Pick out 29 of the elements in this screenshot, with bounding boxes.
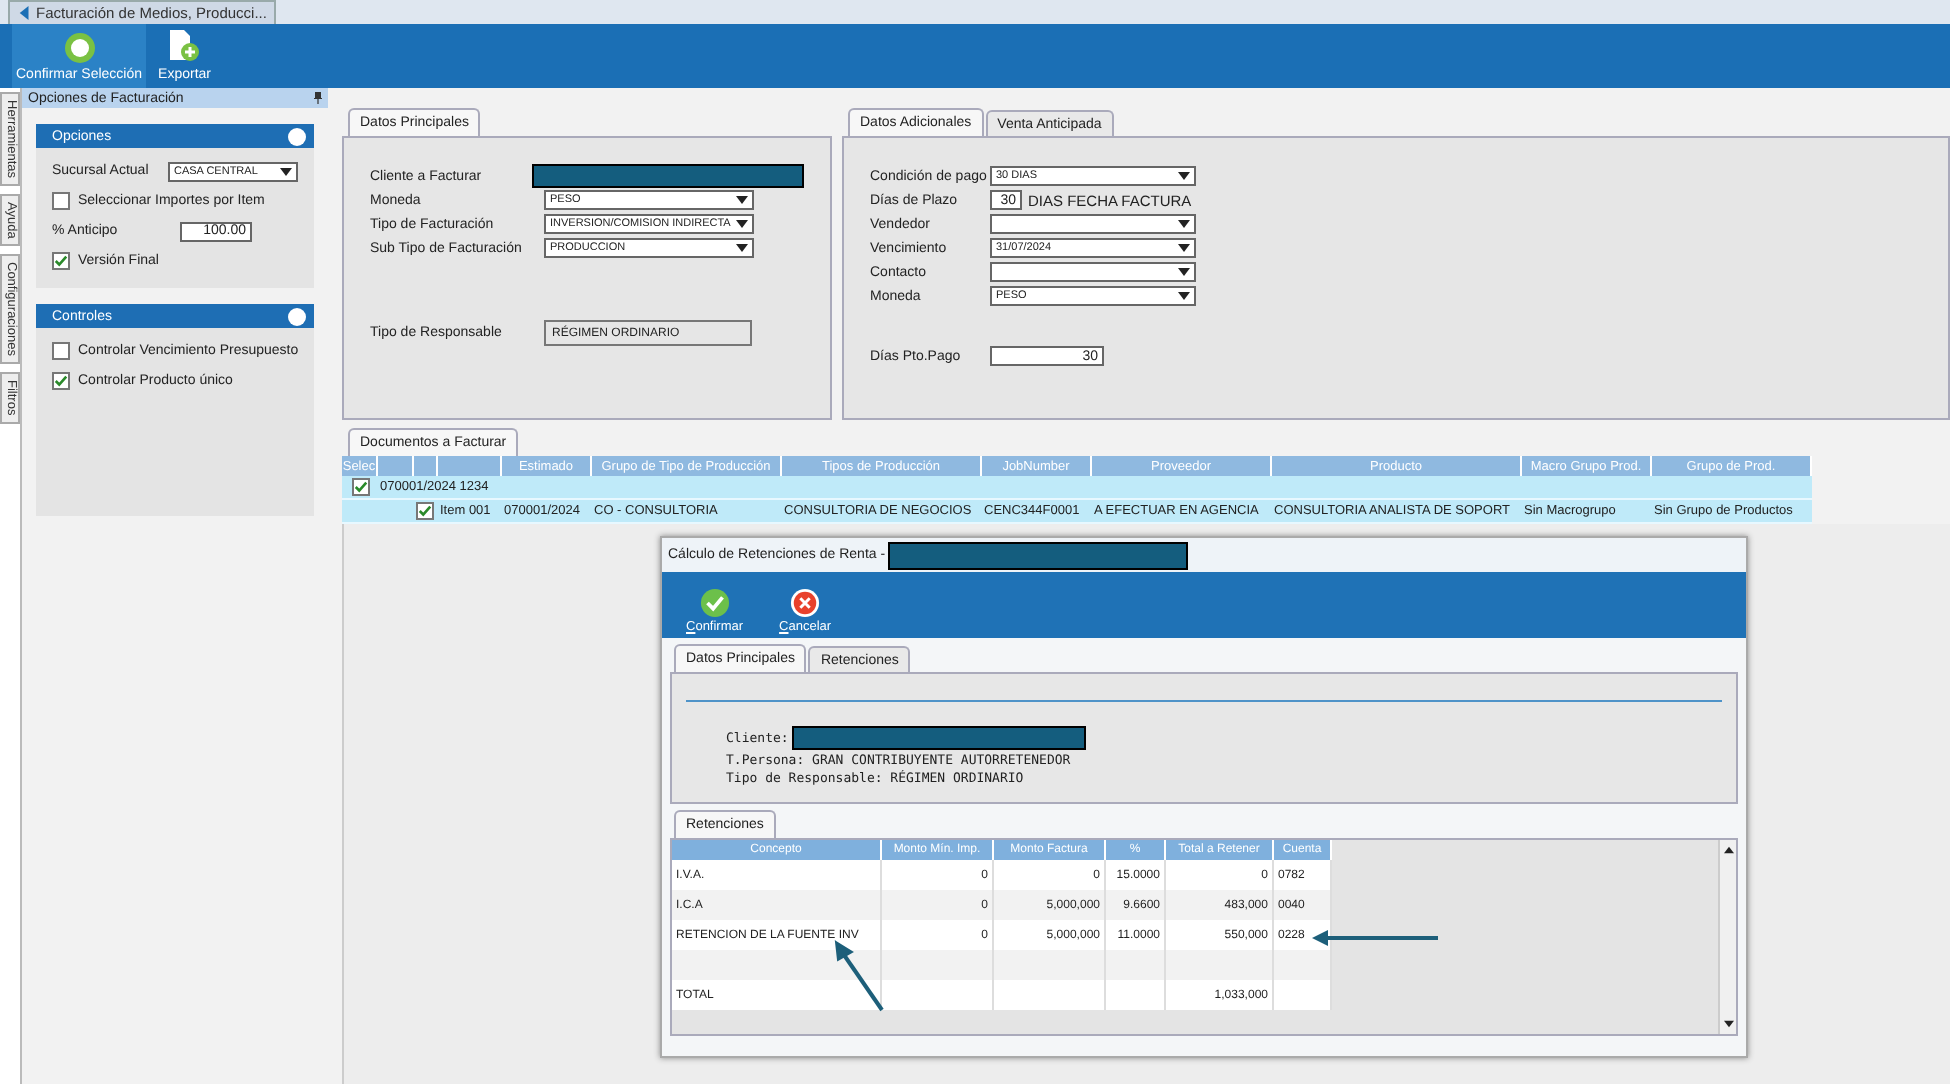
scroll-down-icon[interactable] xyxy=(1723,1020,1733,1028)
caret-icon xyxy=(1178,172,1190,180)
checkbox[interactable] xyxy=(52,342,70,360)
checkbox[interactable] xyxy=(52,252,70,270)
checkbox[interactable] xyxy=(352,478,370,496)
document-plus-icon xyxy=(168,28,201,64)
caret-icon xyxy=(736,196,748,204)
check-icon xyxy=(699,588,730,618)
app-icon xyxy=(18,6,32,20)
checkbox[interactable] xyxy=(52,372,70,390)
caret-icon xyxy=(736,220,748,228)
annotation-arrow xyxy=(834,940,884,1012)
collapse-icon[interactable] xyxy=(288,127,306,145)
caret-icon xyxy=(1178,292,1190,300)
scroll-up-icon[interactable] xyxy=(1723,846,1733,854)
close-icon xyxy=(790,588,821,618)
checkbox[interactable] xyxy=(416,502,434,520)
checkbox[interactable] xyxy=(52,192,70,210)
caret-icon xyxy=(1178,220,1190,228)
dropdown[interactable] xyxy=(990,262,1196,282)
dropdown[interactable] xyxy=(990,214,1196,234)
caret-icon xyxy=(1178,268,1190,276)
circle-icon xyxy=(63,32,96,64)
pin-icon[interactable] xyxy=(314,92,322,104)
caret-icon xyxy=(1178,244,1190,252)
caret-icon xyxy=(280,167,292,175)
annotation-arrow xyxy=(1312,930,1438,946)
collapse-icon[interactable] xyxy=(288,307,306,325)
caret-icon xyxy=(736,244,748,252)
